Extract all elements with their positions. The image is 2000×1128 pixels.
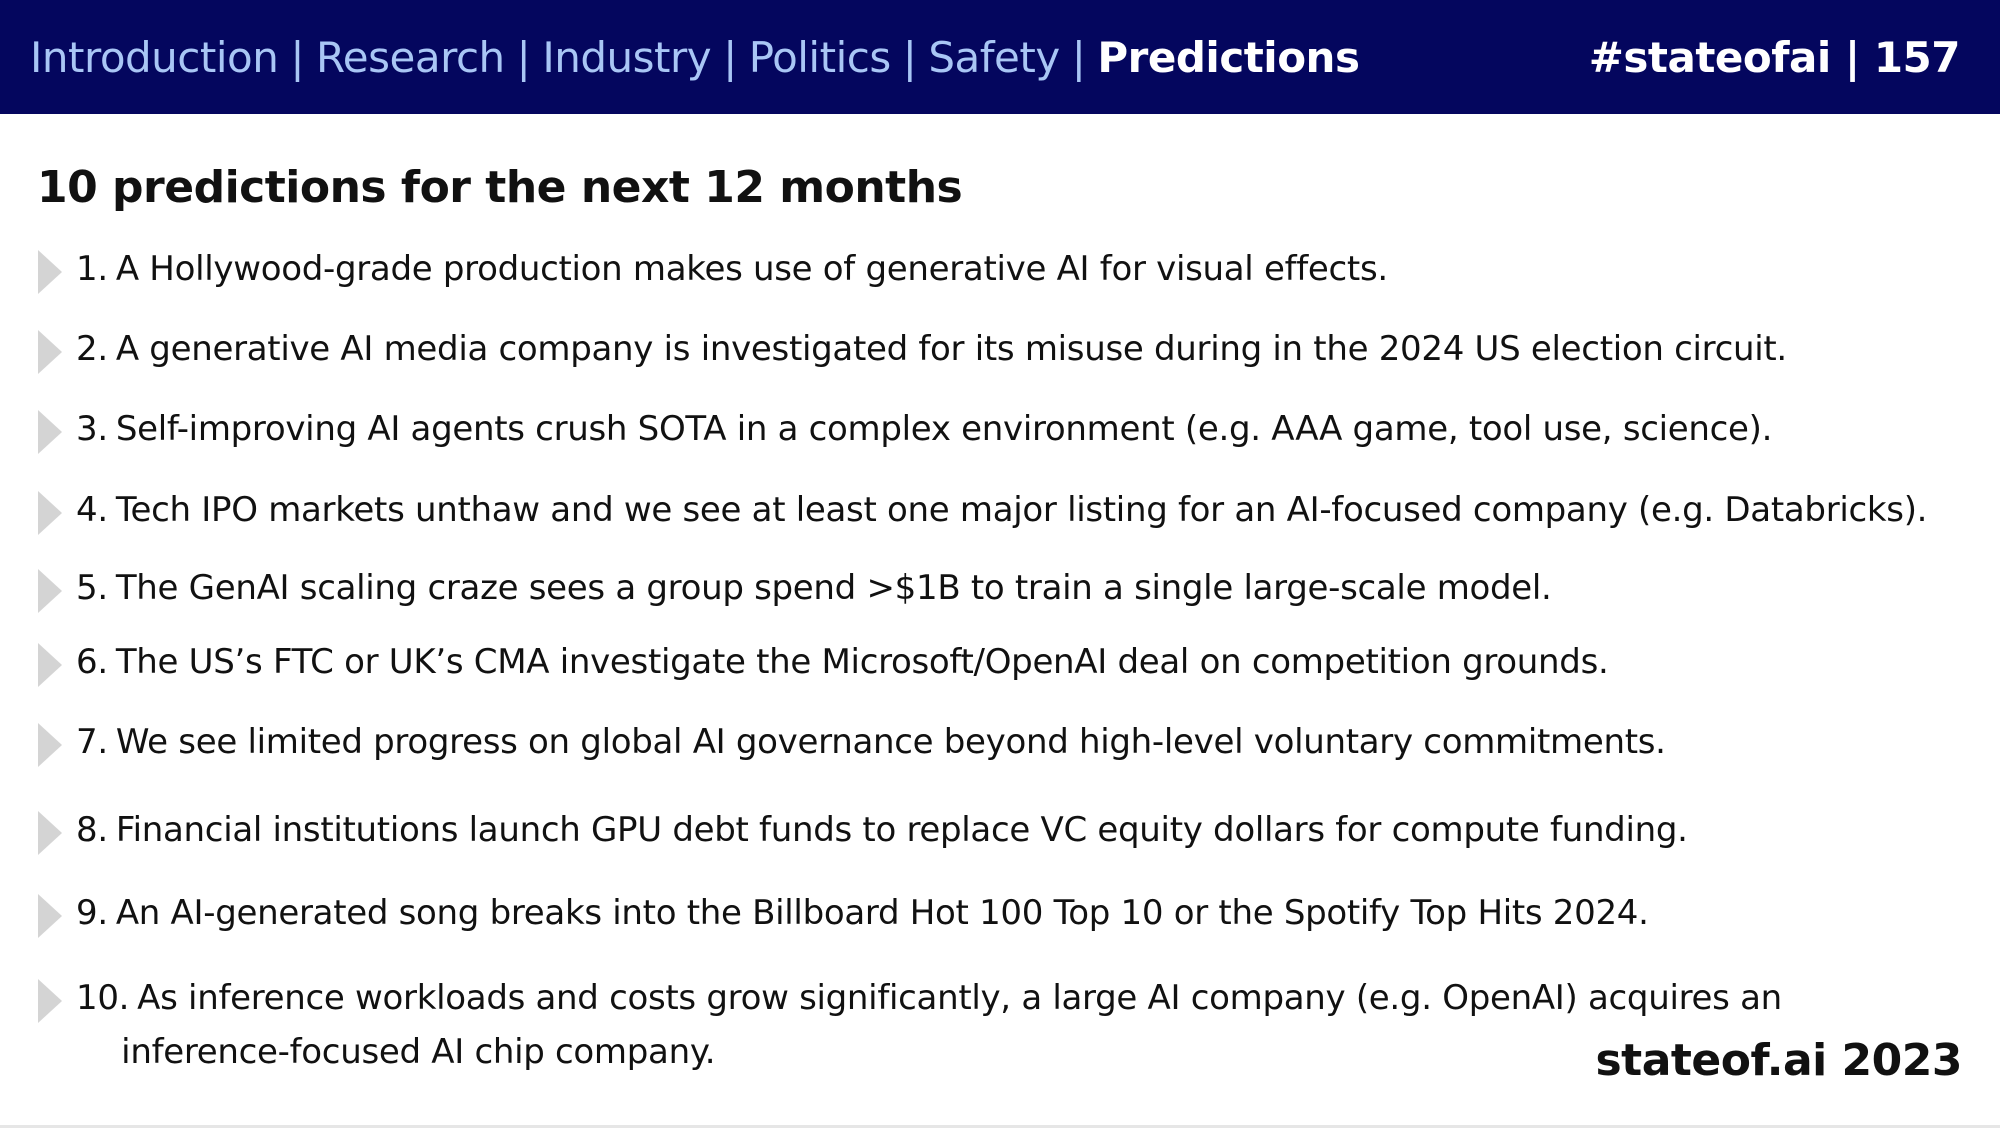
- item-number: 7.: [76, 722, 108, 762]
- list-item: 1. A Hollywood-grade production makes us…: [38, 242, 1388, 296]
- footer-brand: stateof.ai 2023: [1595, 1035, 1962, 1086]
- bullet-triangle-icon: [38, 569, 62, 613]
- hashtag-page-number: #stateofai | 157: [1588, 32, 1961, 82]
- nav-industry[interactable]: Industry: [542, 33, 711, 82]
- item-text: A generative AI media company is investi…: [115, 329, 1787, 369]
- item-number: 4.: [76, 490, 108, 530]
- item-text: Financial institutions launch GPU debt f…: [115, 810, 1688, 850]
- bullet-triangle-icon: [38, 979, 62, 1023]
- nav-separator: |: [290, 32, 304, 82]
- page-title: 10 predictions for the next 12 months: [37, 162, 963, 213]
- item-number: 10.: [76, 978, 130, 1018]
- item-text: As inference workloads and costs grow si…: [137, 978, 1782, 1018]
- bullet-triangle-icon: [38, 811, 62, 855]
- bullet-triangle-icon: [38, 491, 62, 535]
- bullet-triangle-icon: [38, 330, 62, 374]
- bullet-triangle-icon: [38, 250, 62, 294]
- nav-politics[interactable]: Politics: [749, 33, 891, 82]
- item-number: 5.: [76, 568, 108, 608]
- list-item: 7. We see limited progress on global AI …: [38, 715, 1666, 769]
- list-item: 10. As inference workloads and costs gro…: [38, 971, 1782, 1079]
- bullet-triangle-icon: [38, 723, 62, 767]
- item-number: 2.: [76, 329, 108, 369]
- list-item: 2. A generative AI media company is inve…: [38, 322, 1787, 376]
- list-item: 5. The GenAI scaling craze sees a group …: [38, 561, 1552, 615]
- list-item: 6. The US’s FTC or UK’s CMA investigate …: [38, 635, 1609, 689]
- item-text: Tech IPO markets unthaw and we see at le…: [115, 490, 1928, 530]
- bullet-triangle-icon: [38, 410, 62, 454]
- item-number: 6.: [76, 642, 108, 682]
- item-text-continued: inference-focused AI chip company.: [121, 1032, 716, 1072]
- item-text: We see limited progress on global AI gov…: [115, 722, 1666, 762]
- item-number: 9.: [76, 893, 108, 933]
- bullet-triangle-icon: [38, 643, 62, 687]
- item-text: The GenAI scaling craze sees a group spe…: [115, 568, 1552, 608]
- nav-separator: |: [902, 32, 917, 82]
- list-item: 8. Financial institutions launch GPU deb…: [38, 803, 1688, 857]
- item-text: Self-improving AI agents crush SOTA in a…: [115, 409, 1773, 449]
- header-bar: Introduction | Research | Industry | Pol…: [0, 0, 2000, 114]
- list-item: 3. Self-improving AI agents crush SOTA i…: [38, 402, 1772, 456]
- item-text-block: As inference workloads and costs grow si…: [121, 971, 1782, 1079]
- item-number: 1.: [76, 249, 108, 289]
- nav-predictions[interactable]: Predictions: [1097, 33, 1360, 82]
- section-nav: Introduction | Research | Industry | Pol…: [30, 32, 1360, 82]
- item-number: 8.: [76, 810, 108, 850]
- item-text: The US’s FTC or UK’s CMA investigate the…: [115, 642, 1609, 682]
- nav-research[interactable]: Research: [316, 33, 505, 82]
- item-text: A Hollywood-grade production makes use o…: [115, 249, 1388, 289]
- list-item: 4. Tech IPO markets unthaw and we see at…: [38, 483, 1927, 537]
- item-text: An AI-generated song breaks into the Bil…: [115, 893, 1649, 933]
- nav-separator: |: [723, 32, 737, 82]
- list-item: 9. An AI-generated song breaks into the …: [38, 886, 1649, 940]
- nav-separator: |: [516, 32, 531, 82]
- nav-safety[interactable]: Safety: [928, 33, 1060, 82]
- bullet-triangle-icon: [38, 894, 62, 938]
- item-number: 3.: [76, 409, 108, 449]
- nav-introduction[interactable]: Introduction: [30, 33, 279, 82]
- nav-separator: |: [1071, 32, 1086, 82]
